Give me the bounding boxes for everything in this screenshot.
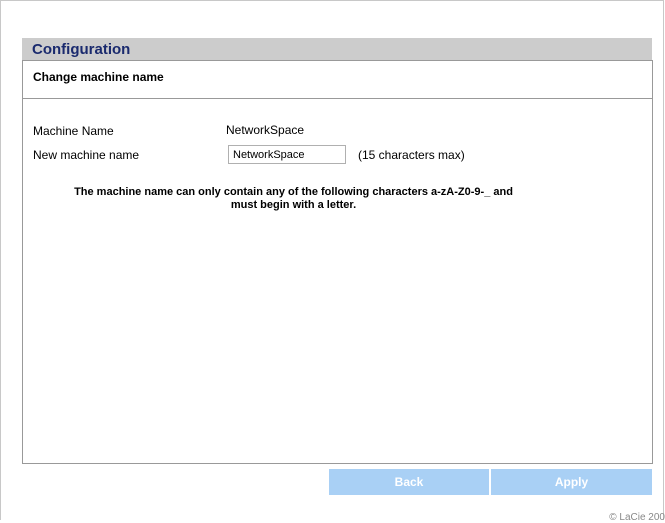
notice-line-1: The machine name can only contain any of… bbox=[74, 186, 513, 198]
naming-rules-notice: The machine name can only contain any of… bbox=[23, 186, 564, 212]
panel-subtitle: Change machine name bbox=[33, 70, 164, 84]
back-button[interactable]: Back bbox=[329, 469, 489, 495]
panel-divider bbox=[23, 98, 652, 99]
machine-name-value: NetworkSpace bbox=[226, 123, 305, 137]
notice-line-2: must begin with a letter. bbox=[230, 199, 357, 211]
new-machine-name-label: New machine name bbox=[33, 148, 140, 162]
max-characters-hint: (15 characters max) bbox=[358, 148, 465, 162]
change-name-panel: Change machine name Machine Name Network… bbox=[22, 60, 653, 464]
copyright-text: © LaCie 200 bbox=[609, 512, 665, 523]
new-machine-name-input[interactable] bbox=[228, 145, 346, 164]
section-header: Configuration bbox=[22, 38, 652, 60]
machine-name-label: Machine Name bbox=[33, 124, 114, 138]
section-title: Configuration bbox=[32, 41, 131, 58]
apply-button[interactable]: Apply bbox=[491, 469, 652, 495]
